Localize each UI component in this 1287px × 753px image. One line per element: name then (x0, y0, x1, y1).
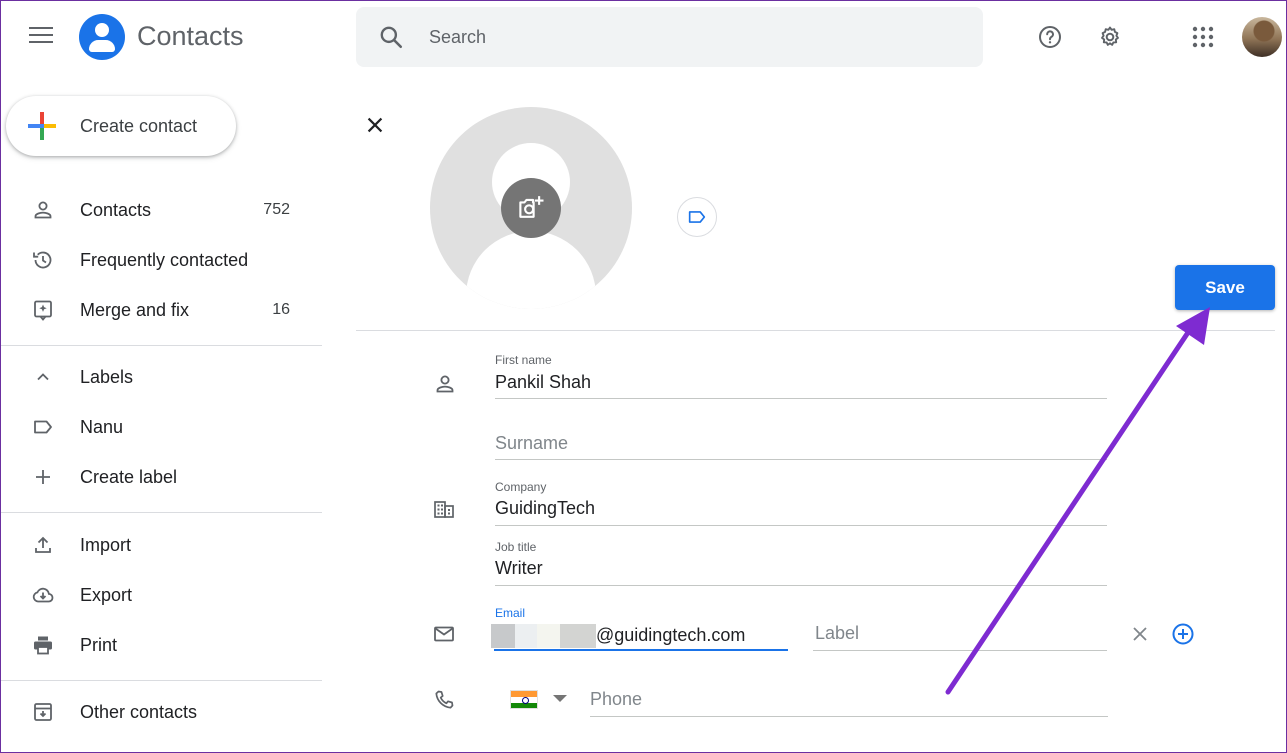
sidebar-item-label: Other contacts (80, 702, 198, 722)
person-icon (34, 201, 52, 219)
country-dropdown-chevron-icon[interactable] (553, 695, 567, 702)
sidebar-item-label: Frequently contacted (80, 250, 249, 270)
sidebar-item-contacts[interactable]: Contacts 752 (0, 188, 322, 232)
apps-grid-icon[interactable] (1191, 25, 1215, 49)
company-underline (495, 525, 1107, 526)
save-button[interactable]: Save (1175, 265, 1275, 310)
sidebar-item-import[interactable]: Import (0, 523, 322, 567)
sidebar-divider (0, 680, 322, 681)
main-menu-icon[interactable] (29, 27, 53, 47)
plus-icon (36, 470, 50, 484)
first-name-label: First name (495, 353, 552, 367)
job-title-field[interactable]: Writer (495, 558, 543, 579)
create-contact-label: Create contact (80, 116, 198, 136)
company-field[interactable]: GuidingTech (495, 498, 595, 519)
upload-icon (35, 536, 51, 553)
add-email-plus-circle-icon[interactable] (1171, 622, 1195, 646)
help-icon[interactable] (1038, 25, 1062, 49)
surname-underline (495, 459, 1107, 460)
sidebar-item-label: Print (80, 635, 118, 655)
person-icon (436, 375, 454, 393)
sidebar-item-label: Nanu (80, 417, 124, 437)
remove-email-close-icon[interactable] (1128, 622, 1152, 646)
labels-header-label: Labels (80, 367, 134, 387)
search-icon[interactable] (378, 24, 404, 50)
sidebar-item-label: Export (80, 585, 133, 605)
sidebar-divider (0, 345, 322, 346)
surname-field[interactable]: Surname (495, 433, 568, 454)
email-underline (494, 649, 788, 651)
email-type-field[interactable]: Label (815, 623, 859, 644)
job-title-label: Job title (495, 540, 537, 554)
email-label: Email (495, 606, 526, 620)
sidebar-item-create-label[interactable]: Create label (0, 455, 322, 499)
sidebar-item-nanu[interactable]: Nanu (0, 405, 322, 449)
merge-count: 16 (272, 301, 290, 318)
email-type-underline (813, 650, 1107, 651)
email-field[interactable]: @guidingtech.com (596, 625, 745, 646)
first-name-underline (495, 398, 1107, 399)
sidebar-item-merge-and-fix[interactable]: Merge and fix 16 (0, 288, 322, 332)
sidebar-item-label: Contacts (80, 200, 152, 220)
archive-icon (34, 703, 52, 721)
merge-fix-icon (34, 300, 52, 321)
email-icon (434, 626, 454, 642)
sidebar-item-export[interactable]: Export (0, 573, 322, 617)
phone-underline (590, 716, 1108, 717)
redacted-block (491, 624, 515, 648)
sidebar-item-other-contacts[interactable]: Other contacts (0, 690, 322, 734)
sidebar-item-label: Merge and fix (80, 300, 190, 320)
redacted-block (537, 624, 560, 648)
redacted-block (560, 624, 596, 648)
sidebar-labels-header[interactable]: Labels (0, 355, 322, 399)
job-title-underline (495, 585, 1107, 586)
phone-icon (435, 690, 454, 709)
cloud-download-icon (32, 587, 54, 603)
building-icon (434, 501, 454, 518)
company-label: Company (495, 480, 547, 494)
printer-icon (34, 636, 52, 655)
chevron-up-icon (37, 373, 49, 381)
label-outline-icon (688, 211, 706, 223)
phone-field[interactable]: Phone (590, 689, 642, 710)
contacts-count: 752 (263, 201, 290, 218)
app-title: Contacts (137, 21, 244, 51)
editor-divider (356, 330, 1275, 331)
sidebar-item-label: Import (80, 535, 132, 555)
redacted-block (515, 624, 537, 648)
history-icon (33, 251, 52, 269)
india-flag-icon[interactable] (510, 690, 538, 709)
sidebar-divider (0, 512, 322, 513)
sidebar-item-label: Create label (80, 467, 178, 487)
add-photo-camera-icon (519, 196, 544, 218)
label-icon (34, 420, 52, 434)
colorful-plus-icon (28, 112, 56, 140)
search-placeholder: Search (429, 27, 487, 47)
account-avatar[interactable] (1242, 17, 1282, 57)
sidebar-item-print[interactable]: Print (0, 623, 322, 667)
first-name-field[interactable]: Pankil Shah (495, 372, 591, 393)
settings-gear-icon[interactable] (1098, 25, 1122, 49)
close-icon[interactable] (364, 114, 386, 136)
contacts-logo-icon (79, 14, 125, 60)
sidebar-item-frequently-contacted[interactable]: Frequently contacted (0, 238, 322, 282)
